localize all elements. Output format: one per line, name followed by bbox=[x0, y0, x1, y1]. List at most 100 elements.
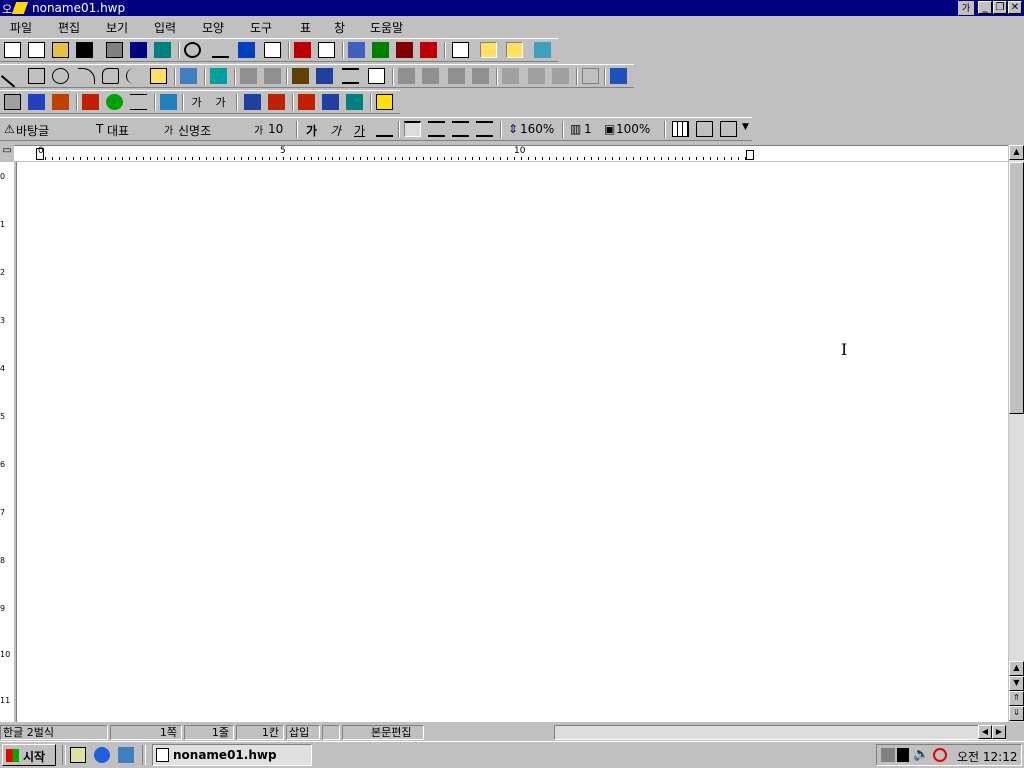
subscript-icon[interactable]: 가 bbox=[212, 94, 229, 110]
fill-color-icon[interactable] bbox=[292, 68, 309, 84]
table-icon[interactable] bbox=[672, 121, 689, 137]
forward-icon[interactable] bbox=[448, 68, 465, 84]
header-icon[interactable] bbox=[244, 94, 261, 110]
link-icon[interactable] bbox=[348, 42, 365, 58]
distribute-icon[interactable] bbox=[552, 68, 569, 84]
center-align-icon[interactable] bbox=[452, 121, 469, 137]
bold-button[interactable]: 가 bbox=[306, 122, 317, 139]
left-margin-marker[interactable] bbox=[36, 148, 44, 160]
vertical-scrollbar[interactable]: ▲ ▲ ▼ ⇑ ⇓ bbox=[1009, 145, 1024, 722]
title-bar[interactable]: 오 noname01.hwp 가 _ ❐ ✕ bbox=[0, 0, 1024, 16]
channel-icon[interactable] bbox=[118, 747, 134, 763]
pen-color-icon[interactable] bbox=[316, 68, 333, 84]
arc-icon[interactable] bbox=[78, 68, 95, 84]
minimize-button[interactable]: _ bbox=[978, 1, 992, 14]
folder-toggle-icon[interactable] bbox=[480, 42, 497, 58]
internet-explorer-icon[interactable] bbox=[94, 747, 110, 763]
rectangle-icon[interactable] bbox=[28, 68, 45, 84]
ellipse-icon[interactable] bbox=[52, 68, 69, 84]
menu-edit[interactable]: 편집 bbox=[58, 19, 80, 36]
right-align-icon[interactable] bbox=[476, 121, 493, 137]
save-disk-icon[interactable] bbox=[76, 42, 93, 58]
superscript-icon[interactable]: 가 bbox=[188, 94, 205, 110]
polygon-icon[interactable] bbox=[102, 68, 119, 84]
restore-button[interactable]: ❐ bbox=[993, 1, 1007, 14]
backward-icon[interactable] bbox=[472, 68, 489, 84]
anchor-icon[interactable] bbox=[160, 94, 177, 110]
template-icon[interactable] bbox=[52, 94, 69, 110]
right-margin-marker[interactable] bbox=[746, 150, 754, 160]
macro-icon[interactable] bbox=[82, 94, 99, 110]
line-icon[interactable] bbox=[0, 64, 25, 88]
ime-icon[interactable]: 가 bbox=[958, 1, 974, 15]
show-desktop-icon[interactable] bbox=[70, 747, 86, 763]
page-icon[interactable] bbox=[264, 42, 281, 58]
chevron-down-icon[interactable]: ▼ bbox=[742, 122, 749, 132]
formula-icon[interactable] bbox=[396, 42, 413, 58]
select-object-icon[interactable] bbox=[210, 68, 227, 84]
font-size-select[interactable]: 10 bbox=[268, 122, 283, 136]
caption-icon[interactable] bbox=[346, 94, 363, 110]
endnote-icon[interactable] bbox=[322, 94, 339, 110]
page-down-button[interactable]: ⇓ bbox=[1009, 706, 1024, 721]
footer-icon[interactable] bbox=[268, 94, 285, 110]
picture-icon[interactable] bbox=[180, 68, 197, 84]
bullet-icon[interactable] bbox=[106, 94, 123, 110]
no-entry-icon[interactable] bbox=[933, 748, 947, 762]
menu-tools[interactable]: 도구 bbox=[250, 19, 272, 36]
find-zoom-icon[interactable] bbox=[184, 42, 201, 58]
scroll-up-button-2[interactable]: ▲ bbox=[1009, 661, 1024, 676]
vertical-ruler[interactable]: 0 1 2 3 4 5 6 7 8 9 10 11 bbox=[0, 162, 14, 722]
drawing-tool-icon[interactable] bbox=[610, 68, 627, 84]
resize-icon[interactable] bbox=[582, 68, 599, 84]
horizontal-scrollbar[interactable] bbox=[554, 725, 1006, 740]
list-icon[interactable] bbox=[130, 94, 147, 110]
taskbar-task-hwp[interactable]: noname01.hwp bbox=[152, 744, 312, 766]
star-shape-icon[interactable] bbox=[376, 94, 393, 110]
send-back-icon[interactable] bbox=[422, 68, 439, 84]
document-info-icon[interactable] bbox=[452, 42, 469, 58]
zoom-select[interactable]: 100% bbox=[616, 122, 650, 136]
preview-icon[interactable] bbox=[130, 42, 147, 58]
menu-format[interactable]: 모양 bbox=[202, 19, 224, 36]
underline-button[interactable]: 가 bbox=[354, 122, 365, 139]
horizontal-ruler[interactable]: 0 5 10 bbox=[14, 145, 1008, 161]
font-class-select[interactable]: 대표 bbox=[107, 122, 129, 139]
font-name-select[interactable]: 신명조 bbox=[178, 122, 211, 139]
menu-help[interactable]: 도움말 bbox=[370, 19, 403, 36]
footnote-icon[interactable] bbox=[298, 94, 315, 110]
scroll-left-button[interactable]: ◀ bbox=[978, 725, 992, 739]
line-spacing-select[interactable]: 160% bbox=[520, 122, 554, 136]
columns-select[interactable]: 1 bbox=[584, 122, 592, 136]
open-folder-icon[interactable] bbox=[52, 42, 69, 58]
page-up-button[interactable]: ⇑ bbox=[1009, 691, 1024, 706]
scroll-down-button[interactable]: ▼ bbox=[1009, 676, 1024, 691]
group-icon[interactable] bbox=[240, 68, 257, 84]
scroll-thumb[interactable] bbox=[1009, 162, 1024, 414]
screen-icon[interactable] bbox=[154, 42, 171, 58]
menu-insert[interactable]: 입력 bbox=[154, 19, 176, 36]
edit-pen-icon[interactable] bbox=[696, 121, 713, 137]
volume-icon[interactable]: 🔈 bbox=[913, 747, 929, 762]
rotate-icon[interactable] bbox=[502, 68, 519, 84]
ruler-corner-icon[interactable]: ▭ bbox=[0, 145, 14, 161]
menu-window[interactable]: 창 bbox=[334, 19, 345, 36]
scroll-up-button[interactable]: ▲ bbox=[1009, 145, 1024, 160]
menu-view[interactable]: 보기 bbox=[106, 19, 128, 36]
align-icon[interactable] bbox=[528, 68, 545, 84]
scroll-right-button[interactable]: ▶ bbox=[992, 725, 1006, 739]
char-shape-icon[interactable] bbox=[376, 121, 393, 137]
ungroup-icon[interactable] bbox=[264, 68, 281, 84]
menu-file[interactable]: 파일 bbox=[10, 19, 32, 36]
draw-icon[interactable] bbox=[372, 42, 389, 58]
menu-table[interactable]: 표 bbox=[300, 19, 311, 36]
pen-tray-icon[interactable] bbox=[897, 748, 909, 762]
mail-toggle-icon[interactable] bbox=[506, 42, 523, 58]
help-icon[interactable] bbox=[534, 42, 551, 58]
dictionary-icon[interactable] bbox=[318, 42, 335, 58]
italic-button[interactable]: 가 bbox=[330, 122, 341, 139]
clock[interactable]: 오전 12:12 bbox=[957, 748, 1017, 765]
magic-pen-icon[interactable] bbox=[238, 42, 255, 58]
input-mode-status[interactable]: 한글 2벌식 bbox=[0, 725, 108, 740]
object-property-icon[interactable] bbox=[368, 68, 385, 84]
